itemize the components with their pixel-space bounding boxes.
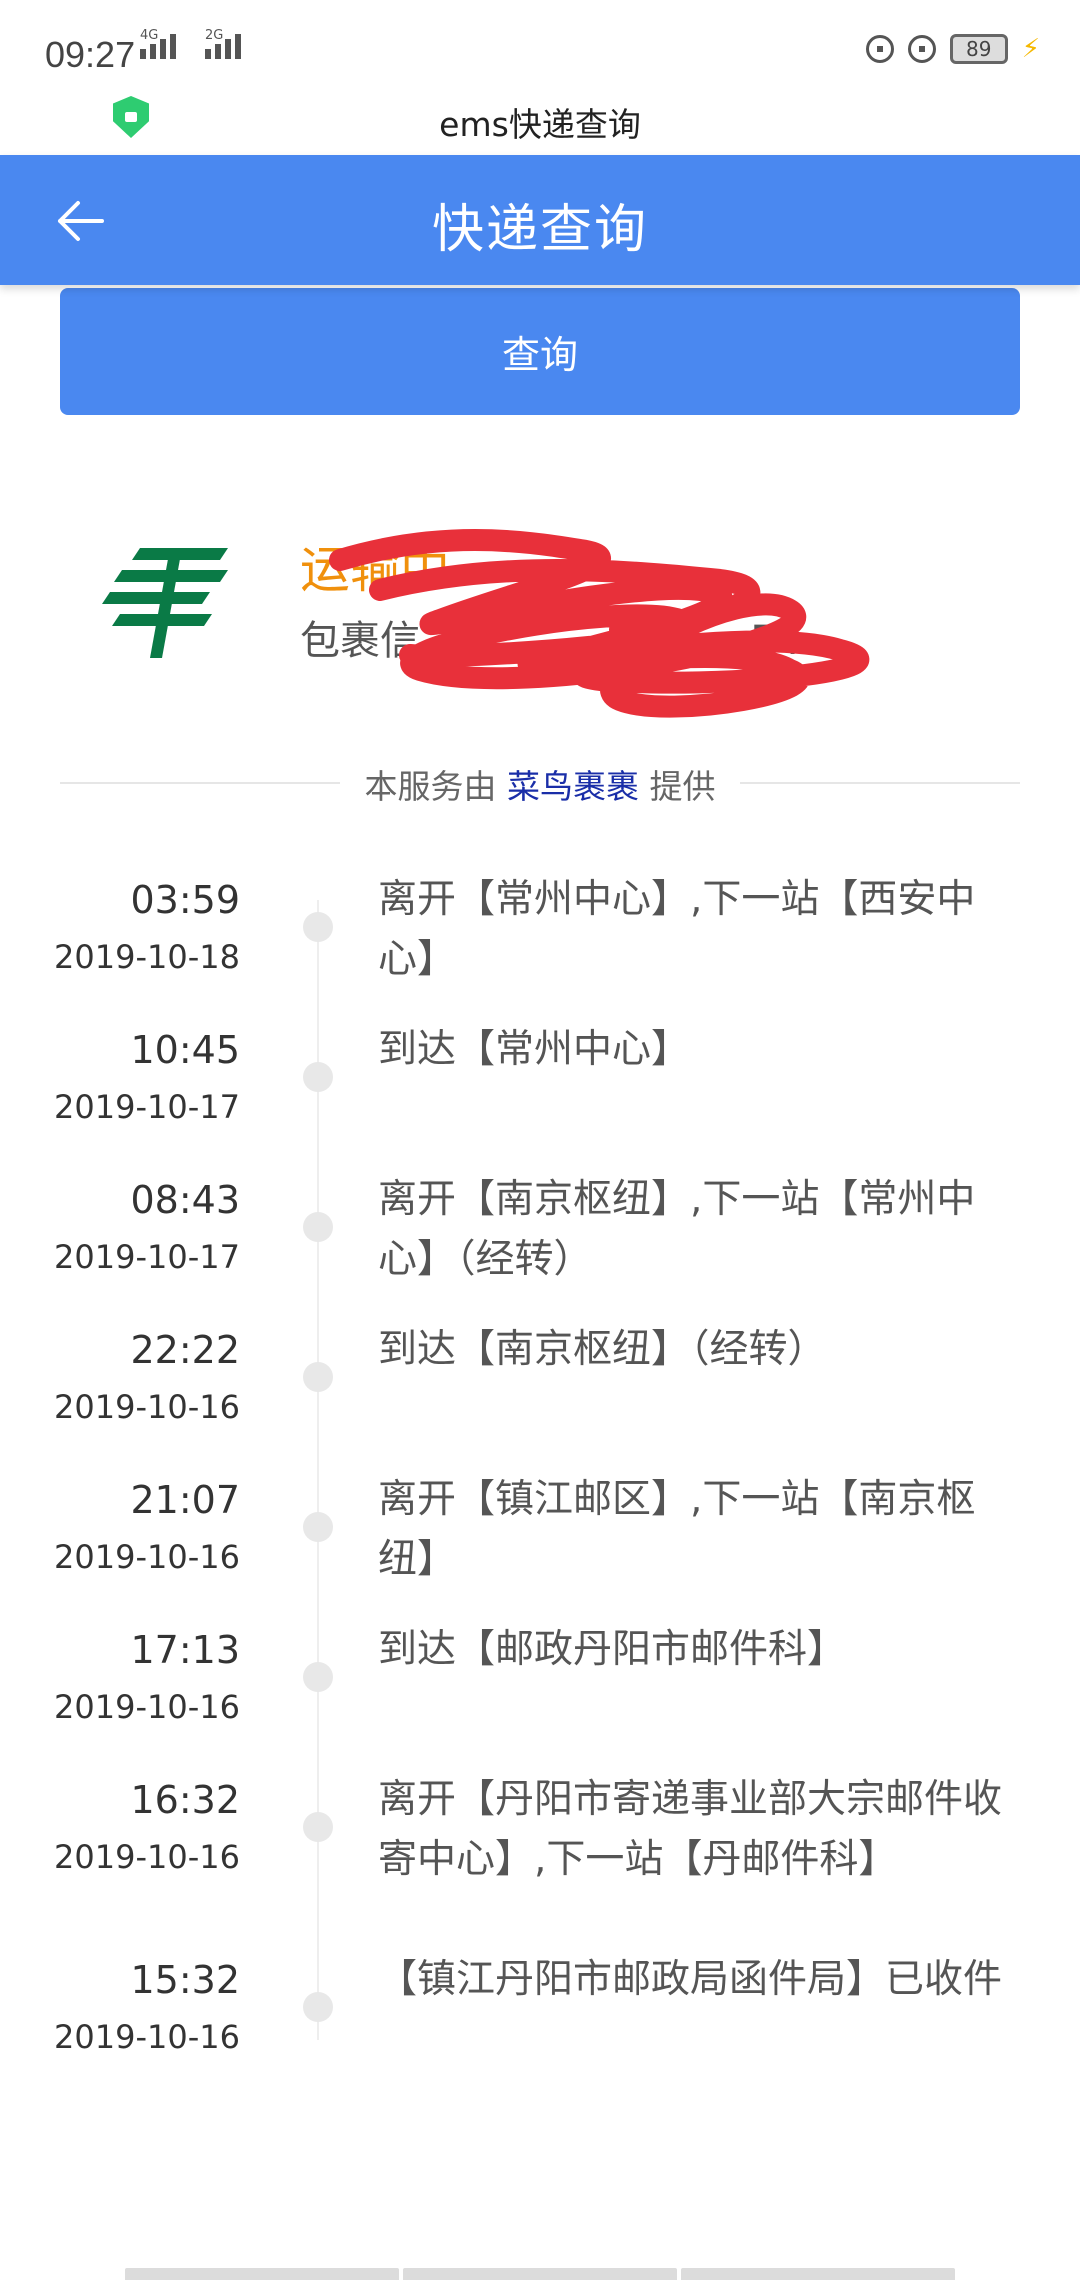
package-info: 包裹信 54 bbox=[300, 618, 801, 664]
timeline-dot bbox=[303, 1512, 333, 1542]
status-time: 09:27 bbox=[45, 34, 136, 75]
tab-handle[interactable] bbox=[125, 2268, 399, 2280]
tab-handle[interactable] bbox=[403, 2268, 677, 2280]
cainiao-link[interactable]: 菜鸟裹裹 bbox=[507, 767, 639, 806]
signal-icon-2: 2G bbox=[205, 28, 241, 59]
timeline-dot bbox=[303, 1362, 333, 1392]
timeline-dot bbox=[303, 1212, 333, 1242]
timeline-dot bbox=[303, 1662, 333, 1692]
page-url-title[interactable]: ems快递查询 bbox=[0, 98, 1080, 146]
timeline-dot bbox=[303, 1992, 333, 2022]
service-provider-note: 本服务由 菜鸟裹裹 提供 bbox=[60, 760, 1020, 806]
charging-icon: ⚡ bbox=[1021, 34, 1040, 64]
tab-handle[interactable] bbox=[681, 2268, 955, 2280]
timeline-dot bbox=[303, 1062, 333, 1092]
signal-icon-1: 4G bbox=[140, 28, 176, 59]
china-post-logo-icon bbox=[102, 548, 228, 658]
browser-title-bar: ems快递查询 bbox=[0, 84, 1080, 154]
page-title: 快递查询 bbox=[431, 200, 648, 260]
alarm-icon bbox=[907, 35, 936, 63]
bottom-tab-strip bbox=[125, 2268, 955, 2280]
lock-rotation-icon bbox=[865, 35, 894, 63]
query-button[interactable]: 查询 bbox=[60, 288, 1020, 415]
timeline-dot bbox=[303, 912, 333, 942]
timeline-dot bbox=[303, 1812, 333, 1842]
battery-icon: 89 bbox=[949, 34, 1008, 64]
package-status: 运输中 bbox=[300, 541, 450, 599]
app-header: 快递查询 bbox=[0, 155, 1080, 285]
